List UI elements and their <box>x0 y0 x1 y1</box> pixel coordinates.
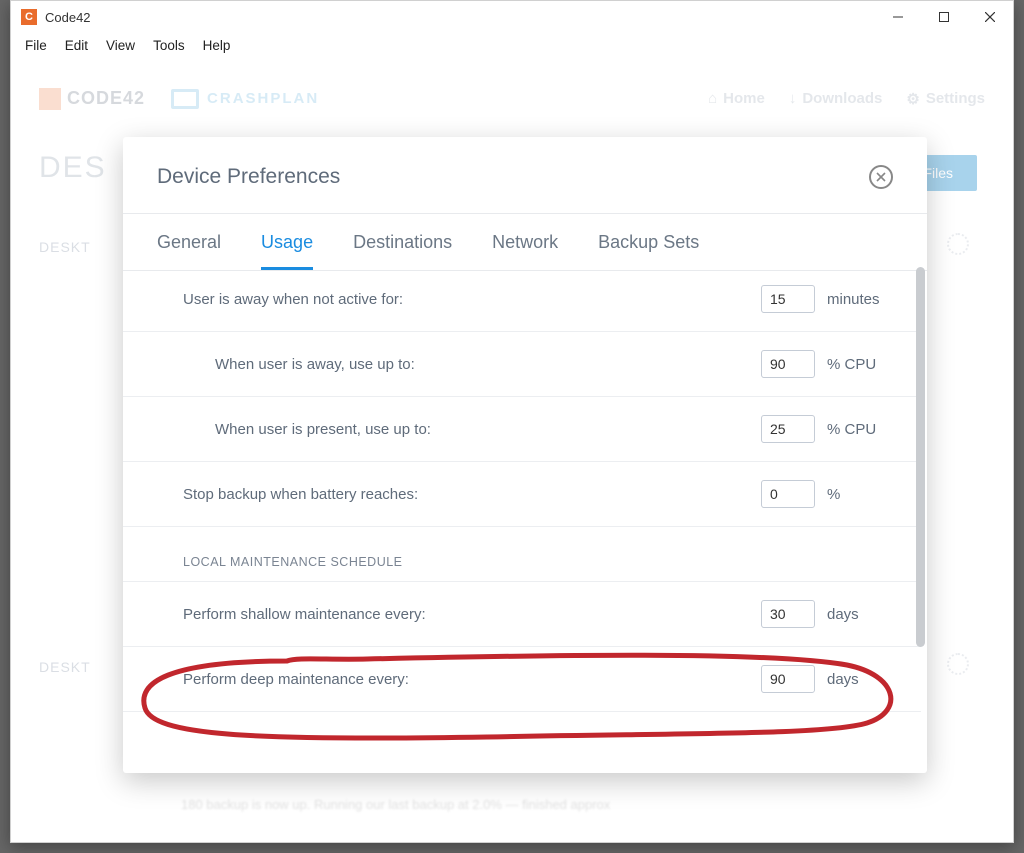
row-cpu-away: When user is away, use up to: % CPU <box>123 332 921 397</box>
gear-icon <box>947 233 969 255</box>
unit-days: days <box>827 606 885 623</box>
background-header: CODE42 CRASHPLAN ⌂ Home ↓ Downloads ⚙ Se… <box>11 71 1013 126</box>
tab-destinations[interactable]: Destinations <box>353 214 452 270</box>
app-title: Code42 <box>45 10 91 25</box>
modal-title: Device Preferences <box>157 165 340 189</box>
input-cpu-away[interactable] <box>761 350 815 378</box>
nav-downloads[interactable]: ↓ Downloads <box>789 90 883 108</box>
menubar: File Edit View Tools Help <box>11 33 1013 63</box>
input-shallow-days[interactable] <box>761 600 815 628</box>
tab-network[interactable]: Network <box>492 214 558 270</box>
label-battery: Stop backup when battery reaches: <box>183 486 418 503</box>
device-preferences-modal: Device Preferences General Usage Destina… <box>123 137 927 773</box>
modal-body: User is away when not active for: minute… <box>123 271 927 773</box>
gear-icon <box>947 653 969 675</box>
background-nav: ⌂ Home ↓ Downloads ⚙ Settings <box>708 90 985 108</box>
row-shallow-maintenance: Perform shallow maintenance every: days <box>123 582 921 647</box>
row-deep-maintenance: Perform deep maintenance every: days <box>123 647 921 712</box>
menu-help[interactable]: Help <box>203 38 231 53</box>
section-local-maintenance: LOCAL MAINTENANCE SCHEDULE <box>123 527 921 582</box>
menu-view[interactable]: View <box>106 38 135 53</box>
settings-scroll-area[interactable]: User is away when not active for: minute… <box>123 271 927 773</box>
background-section-label-1: DESKT <box>39 239 91 255</box>
crashplan-logo: CRASHPLAN <box>171 89 319 109</box>
unit-percent-cpu: % CPU <box>827 356 885 373</box>
nav-settings[interactable]: ⚙ Settings <box>906 90 985 108</box>
label-cpu-present: When user is present, use up to: <box>215 421 431 438</box>
app-window: C Code42 File Edit View Tools Help CODE4… <box>10 0 1014 843</box>
label-cpu-away: When user is away, use up to: <box>215 356 415 373</box>
unit-percent-cpu: % CPU <box>827 421 885 438</box>
vertical-scrollbar-thumb[interactable] <box>916 267 925 647</box>
modal-tabs: General Usage Destinations Network Backu… <box>123 214 927 271</box>
modal-header: Device Preferences <box>123 137 927 214</box>
input-cpu-present[interactable] <box>761 415 815 443</box>
minimize-button[interactable] <box>875 1 921 33</box>
unit-percent: % <box>827 486 885 503</box>
modal-close-button[interactable] <box>869 165 893 189</box>
label-shallow-maintenance: Perform shallow maintenance every: <box>183 606 426 623</box>
app-icon: C <box>21 9 37 25</box>
input-user-away-minutes[interactable] <box>761 285 815 313</box>
menu-tools[interactable]: Tools <box>153 38 185 53</box>
close-button[interactable] <box>967 1 1013 33</box>
code42-logo: CODE42 <box>39 88 145 110</box>
background-page-title: DES <box>39 151 107 185</box>
background-section-label-2: DESKT <box>39 659 91 675</box>
window-controls <box>875 1 1013 33</box>
row-cpu-present: When user is present, use up to: % CPU <box>123 397 921 462</box>
nav-home[interactable]: ⌂ Home <box>708 90 765 108</box>
tab-usage[interactable]: Usage <box>261 214 313 270</box>
input-deep-days[interactable] <box>761 665 815 693</box>
label-deep-maintenance: Perform deep maintenance every: <box>183 671 409 688</box>
row-battery: Stop backup when battery reaches: % <box>123 462 921 527</box>
row-user-away: User is away when not active for: minute… <box>123 271 921 332</box>
maximize-button[interactable] <box>921 1 967 33</box>
titlebar: C Code42 <box>11 1 1013 33</box>
input-battery-percent[interactable] <box>761 480 815 508</box>
unit-minutes: minutes <box>827 291 885 308</box>
background-status-text: 180 backup is now up. Running our last b… <box>181 797 610 812</box>
unit-days: days <box>827 671 885 688</box>
tab-general[interactable]: General <box>157 214 221 270</box>
tab-backup-sets[interactable]: Backup Sets <box>598 214 699 270</box>
label-user-away: User is away when not active for: <box>183 291 403 308</box>
menu-edit[interactable]: Edit <box>65 38 88 53</box>
menu-file[interactable]: File <box>25 38 47 53</box>
